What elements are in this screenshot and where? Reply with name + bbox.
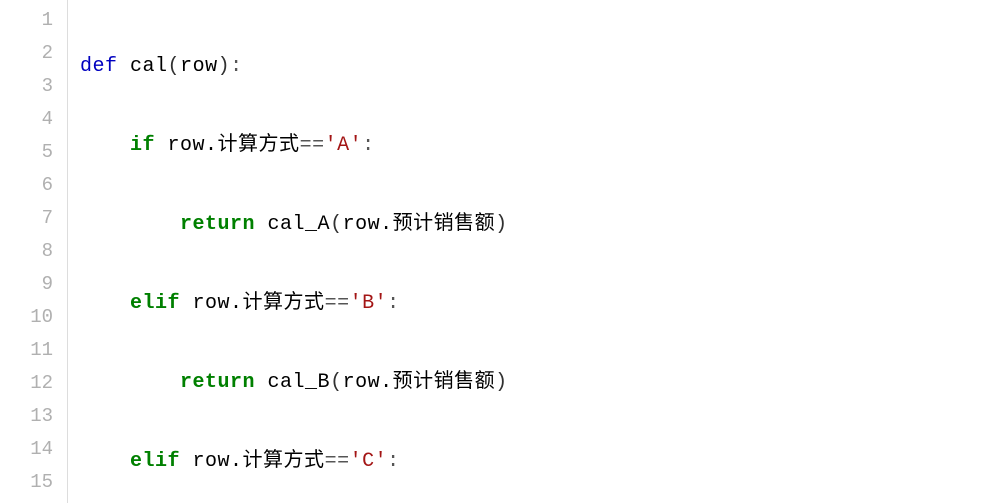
line-number: 8 (0, 235, 67, 268)
paren-close: ) (495, 371, 508, 394)
line-number: 7 (0, 202, 67, 235)
space (155, 134, 168, 157)
line-number: 12 (0, 367, 67, 400)
colon: : (362, 134, 375, 157)
space (255, 371, 268, 394)
code-editor[interactable]: def cal(row): if row.计算方式=='A': return c… (68, 0, 993, 503)
line-number: 4 (0, 103, 67, 136)
keyword-if: if (130, 134, 155, 157)
paren-close: ) (218, 55, 231, 78)
line-number: 13 (0, 400, 67, 433)
function-call: cal_B (268, 371, 331, 394)
space (180, 292, 193, 315)
line-number-gutter: 1 2 3 4 5 6 7 8 9 10 11 12 13 14 15 (0, 0, 68, 503)
code-line-1[interactable]: def cal(row): (80, 50, 993, 83)
operator-eq: == (300, 134, 325, 157)
keyword-return: return (180, 213, 255, 236)
keyword-def: def (80, 55, 118, 78)
line-number: 10 (0, 301, 67, 334)
indent (80, 450, 130, 473)
colon: : (387, 292, 400, 315)
keyword-return: return (180, 371, 255, 394)
attribute-access: row.计算方式 (193, 292, 325, 315)
indent (80, 213, 180, 236)
keyword-elif: elif (130, 292, 180, 315)
indent (80, 292, 130, 315)
argument: row.预计销售额 (343, 371, 496, 394)
line-number: 9 (0, 268, 67, 301)
attribute-access: row.计算方式 (168, 134, 300, 157)
function-call: cal_A (268, 213, 331, 236)
space (255, 213, 268, 236)
code-line-6[interactable]: elif row.计算方式=='C': (80, 445, 993, 478)
line-number: 15 (0, 466, 67, 499)
line-number: 11 (0, 334, 67, 367)
colon: : (387, 450, 400, 473)
paren-open: ( (330, 371, 343, 394)
attribute-access: row.计算方式 (193, 450, 325, 473)
space (180, 450, 193, 473)
code-line-2[interactable]: if row.计算方式=='A': (80, 129, 993, 162)
paren-open: ( (168, 55, 181, 78)
code-line-5[interactable]: return cal_B(row.预计销售额) (80, 366, 993, 399)
line-number: 6 (0, 169, 67, 202)
line-number: 1 (0, 4, 67, 37)
argument: row.预计销售额 (343, 213, 496, 236)
parameter: row (180, 55, 218, 78)
line-number: 3 (0, 70, 67, 103)
paren-close: ) (495, 213, 508, 236)
colon: : (230, 55, 243, 78)
string-literal: 'B' (350, 292, 388, 315)
line-number: 2 (0, 37, 67, 70)
operator-eq: == (325, 292, 350, 315)
line-number: 5 (0, 136, 67, 169)
keyword-elif: elif (130, 450, 180, 473)
operator-eq: == (325, 450, 350, 473)
string-literal: 'A' (325, 134, 363, 157)
function-name: cal (130, 55, 168, 78)
string-literal: 'C' (350, 450, 388, 473)
indent (80, 371, 180, 394)
indent (80, 134, 130, 157)
code-line-4[interactable]: elif row.计算方式=='B': (80, 287, 993, 320)
line-number: 14 (0, 433, 67, 466)
code-line-3[interactable]: return cal_A(row.预计销售额) (80, 208, 993, 241)
paren-open: ( (330, 213, 343, 236)
